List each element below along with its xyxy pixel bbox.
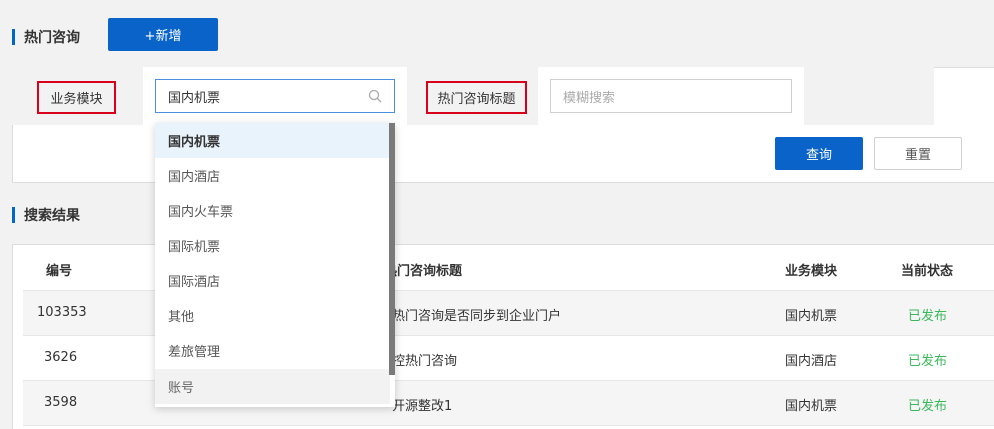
row-id: 103353: [37, 305, 87, 320]
status-badge: 已发布: [908, 354, 948, 369]
search-icon: [368, 89, 382, 103]
query-button[interactable]: 查询: [775, 137, 863, 170]
column-header-module: 业务模块: [785, 264, 838, 279]
row-title: 控热门咨询: [392, 354, 458, 369]
module-dropdown: 国内机票 国内酒店 国内火车票 国际机票 国际酒店 其他 差旅管理 账号: [155, 123, 395, 407]
module-select[interactable]: 国内机票: [155, 79, 395, 113]
column-header-status: 当前状态: [901, 264, 954, 279]
results-section-title: 搜索结果: [12, 205, 80, 225]
section-accent-bar: [12, 207, 15, 223]
dropdown-option[interactable]: 国际酒店: [155, 263, 390, 298]
reset-button[interactable]: 重置: [874, 137, 962, 170]
column-header-id: 编号: [46, 264, 73, 279]
section-accent-bar: [12, 29, 15, 45]
column-header-title: 热门咨询标题: [384, 264, 463, 279]
dropdown-option[interactable]: 国际机票: [155, 228, 390, 263]
title-search-input[interactable]: 模糊搜索: [550, 79, 792, 113]
dropdown-option[interactable]: 其他: [155, 298, 390, 333]
dropdown-scrollbar[interactable]: [389, 123, 395, 375]
title-label: 热门咨询标题: [426, 81, 527, 114]
status-badge: 已发布: [908, 309, 948, 324]
dropdown-option[interactable]: 国内酒店: [155, 158, 390, 193]
module-label: 业务模块: [37, 81, 116, 114]
dropdown-option[interactable]: 国内机票: [155, 123, 390, 158]
row-id: 3626: [44, 350, 78, 365]
row-id: 3598: [44, 395, 78, 410]
dropdown-option[interactable]: 账号: [155, 369, 390, 404]
hot-consult-title: 热门咨询: [24, 30, 80, 46]
status-badge: 已发布: [908, 399, 948, 414]
module-select-value: 国内机票: [168, 90, 221, 106]
row-module: 国内机票: [785, 309, 838, 324]
row-title: 开源整改1: [392, 399, 453, 414]
hot-consult-section-title: 热门咨询: [12, 27, 80, 47]
results-title: 搜索结果: [24, 208, 80, 224]
row-module: 国内机票: [785, 399, 838, 414]
dropdown-option[interactable]: 国内火车票: [155, 193, 390, 228]
add-button[interactable]: +新增: [108, 18, 218, 51]
dropdown-option[interactable]: 差旅管理: [155, 333, 390, 368]
row-module: 国内酒店: [785, 354, 838, 369]
row-title: 热门咨询是否同步到企业门户: [392, 309, 562, 324]
